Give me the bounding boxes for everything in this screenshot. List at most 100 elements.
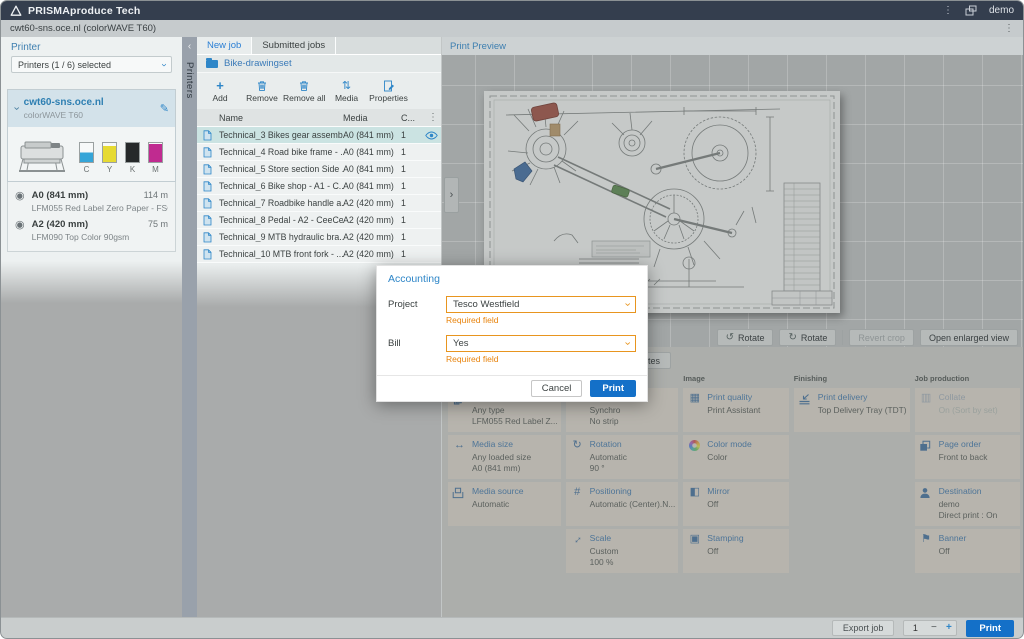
dialog-title: Accounting: [377, 266, 647, 288]
settings-card-value: Automatic: [590, 452, 627, 463]
job-file-name: Technical_10 MTB front fork - ...: [217, 249, 343, 259]
table-row[interactable]: Technical_9 MTB hydraulic bra...A2 (420 …: [197, 229, 441, 246]
trash-icon: [256, 79, 268, 92]
collapse-chevron-icon[interactable]: ›: [10, 107, 21, 111]
settings-card-value: Off: [707, 499, 729, 510]
table-row[interactable]: Technical_6 Bike shop - A1 - C...A0 (841…: [197, 178, 441, 195]
table-row[interactable]: Technical_3 Bikes gear assemb...A0 (841 …: [197, 127, 441, 144]
settings-card-collate: ▥CollateOn (Sort by set): [915, 388, 1020, 432]
settings-card-value: A0 (841 mm): [472, 463, 531, 474]
job-media: A2 (420 mm): [343, 232, 401, 242]
table-row[interactable]: Technical_10 MTB front fork - ...A2 (420…: [197, 246, 441, 263]
toolbar-remove-button[interactable]: Remove: [241, 74, 283, 108]
job-toolbar: +AddRemoveRemove all⇅MediaProperties: [197, 73, 441, 109]
settings-card-color-mode[interactable]: Color modeColor: [683, 435, 788, 479]
column-copies[interactable]: C...: [401, 113, 425, 123]
table-row[interactable]: Technical_4 Road bike frame - ...A0 (841…: [197, 144, 441, 161]
settings-card-destination[interactable]: DestinationdemoDirect print : On: [915, 482, 1020, 526]
table-row[interactable]: Technical_8 Pedal - A2 - CeeCe...A2 (420…: [197, 212, 441, 229]
settings-card-title: Scale: [590, 533, 619, 543]
job-name: Bike-drawingset: [224, 58, 292, 69]
preview-eye-icon[interactable]: [425, 131, 441, 140]
chevron-down-icon: ›: [622, 303, 633, 307]
printer-card-header: › cwt60-sns.oce.nl colorWAVE T60 ✎: [8, 90, 175, 127]
table-header: Name Media C... ⋮: [197, 109, 441, 127]
settings-card-rotation[interactable]: ↻RotationAutomatic90 °: [566, 435, 679, 479]
toolbar-media-button[interactable]: ⇅Media: [326, 74, 368, 108]
rotate-ccw-button[interactable]: ↺Rotate: [717, 329, 774, 346]
table-row[interactable]: Technical_5 Store section Side ...A0 (84…: [197, 161, 441, 178]
job-copies: 1: [401, 130, 425, 140]
settings-card-title: Collate: [939, 392, 998, 402]
bill-select[interactable]: Yes ›: [446, 335, 636, 352]
copies-increment-button[interactable]: +: [941, 623, 956, 633]
settings-card-media-source[interactable]: Media sourceAutomatic: [448, 482, 561, 526]
settings-card-scale[interactable]: ↔ScaleCustom100 %: [566, 529, 679, 573]
toolbar-remove-all-button[interactable]: Remove all: [283, 74, 326, 108]
media-source-icon: [452, 485, 467, 526]
media-roll: ◉ A0 (841 mm) 114 m LFM055 Red Label Zer…: [15, 187, 168, 216]
project-select[interactable]: Tesco Westfield ›: [446, 296, 636, 313]
document-icon: [197, 232, 217, 243]
bottom-bar: Export job 1 − + Print: [1, 617, 1023, 638]
settings-card-stamping[interactable]: ▣StampingOff: [683, 529, 788, 573]
settings-card-positioning[interactable]: #PositioningAutomatic (Center).N...: [566, 482, 679, 526]
settings-card-title: Banner: [939, 533, 967, 543]
edit-icon[interactable]: ✎: [160, 102, 169, 115]
job-copies: 1: [401, 198, 425, 208]
cancel-button[interactable]: Cancel: [531, 380, 583, 397]
media-sort-icon: ⇅: [342, 79, 351, 92]
ink-level-m: M: [148, 142, 163, 174]
copies-decrement-button[interactable]: −: [926, 623, 941, 633]
table-row[interactable]: Technical_7 Roadbike handle a...A2 (420 …: [197, 195, 441, 212]
context-menu-icon[interactable]: ⋮: [1004, 24, 1014, 34]
rotate-cw-button[interactable]: ↻Rotate: [779, 329, 836, 346]
windows-icon[interactable]: [965, 5, 977, 16]
open-enlarged-view-button[interactable]: Open enlarged view: [920, 329, 1018, 346]
printer-select-value: Printers (1 / 6) selected: [18, 60, 111, 70]
expand-panel-button[interactable]: ›: [444, 177, 459, 213]
print-button[interactable]: Print: [966, 620, 1014, 637]
titlebar-menu-icon[interactable]: ⋮: [943, 6, 953, 16]
preview-actions: ↺Rotate ↻Rotate Revert crop Open enlarge…: [717, 329, 1018, 346]
job-file-name: Technical_5 Store section Side ...: [217, 164, 343, 174]
printer-card[interactable]: › cwt60-sns.oce.nl colorWAVE T60 ✎: [7, 89, 176, 182]
settings-card-value: Top Delivery Tray (TDT): [818, 405, 907, 416]
printer-select[interactable]: Printers (1 / 6) selected ›: [11, 56, 172, 73]
toolbar-label: Add: [212, 93, 227, 103]
settings-column-job-production: Job production▥CollateOn (Sort by set)Pa…: [915, 373, 1020, 576]
bill-label: Bill: [388, 335, 446, 366]
job-media: A0 (841 mm): [343, 147, 401, 157]
job-file-name: Technical_3 Bikes gear assemb...: [217, 130, 343, 140]
settings-column-image: Image▦Print qualityPrint AssistantColor …: [683, 373, 788, 576]
settings-card-print-delivery[interactable]: Print deliveryTop Delivery Tray (TDT): [794, 388, 910, 432]
column-name[interactable]: Name: [217, 113, 343, 123]
toolbar-properties-button[interactable]: Properties: [368, 74, 410, 108]
settings-card-print-quality[interactable]: ▦Print qualityPrint Assistant: [683, 388, 788, 432]
export-job-button[interactable]: Export job: [832, 620, 895, 636]
ink-level-c: C: [79, 142, 94, 174]
toolbar-add-button[interactable]: +Add: [199, 74, 241, 108]
printer-illustration: [15, 136, 69, 174]
copies-value[interactable]: 1: [904, 623, 926, 633]
settings-card-value: Any type: [472, 405, 558, 416]
settings-card-title: Positioning: [590, 486, 676, 496]
settings-card-mirror[interactable]: ◧MirrorOff: [683, 482, 788, 526]
app-logo-icon: [10, 5, 22, 17]
tab-submitted-jobs[interactable]: Submitted jobs: [252, 37, 336, 54]
destination-icon: [919, 485, 934, 526]
job-folder-row: Bike-drawingset: [197, 55, 441, 73]
settings-card-title: Rotation: [590, 439, 627, 449]
settings-card-banner[interactable]: ⚑BannerOff: [915, 529, 1020, 573]
column-options-icon[interactable]: ⋮: [425, 113, 441, 123]
roll-icon: ◉: [15, 219, 25, 242]
settings-card-value: demo: [939, 499, 998, 510]
settings-card-page-order[interactable]: Page orderFront to back: [915, 435, 1020, 479]
user-menu[interactable]: demo: [989, 5, 1014, 16]
column-media[interactable]: Media: [343, 113, 401, 123]
dialog-print-button[interactable]: Print: [590, 380, 636, 397]
collapse-panel-icon[interactable]: ‹: [188, 41, 191, 52]
tab-new-job[interactable]: New job: [197, 37, 252, 54]
settings-card-media-size[interactable]: ↔Media sizeAny loaded sizeA0 (841 mm): [448, 435, 561, 479]
settings-card-value: Custom: [590, 546, 619, 557]
